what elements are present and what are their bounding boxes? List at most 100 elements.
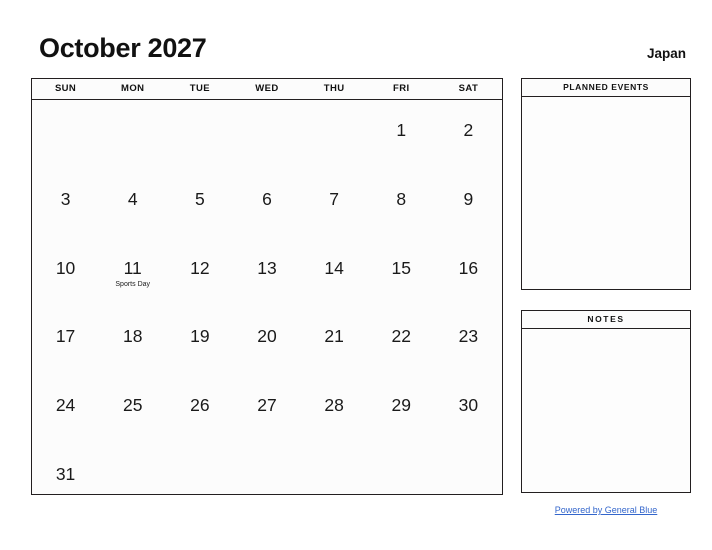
calendar-week-row: 31 (32, 444, 502, 513)
calendar-day-cell[interactable]: 25 (99, 375, 166, 444)
calendar-day-cell-empty (233, 100, 300, 169)
day-number: 10 (55, 257, 76, 278)
calendar-day-cell[interactable]: 3 (32, 169, 99, 238)
day-number: 20 (257, 326, 277, 347)
day-number: 31 (55, 463, 76, 484)
day-number: 26 (190, 395, 210, 416)
calendar-day-cell-empty (166, 100, 233, 169)
day-number: 4 (127, 188, 138, 209)
day-number: 30 (458, 395, 479, 416)
calendar-day-cell-empty (435, 444, 502, 513)
calendar-day-cell[interactable]: 23 (435, 306, 502, 375)
day-number: 25 (122, 395, 143, 416)
calendar-day-cell[interactable]: 20 (233, 306, 300, 375)
calendar-day-cell[interactable]: 29 (368, 375, 435, 444)
weekday-header-thu: THU (323, 83, 345, 94)
calendar-weeks: 1 2 3 4 5 6 7 8 9 10 11 Sports Day 12 13 14 15 16 17 18 19 2… (32, 100, 502, 495)
notes-title: NOTES (522, 311, 690, 329)
day-number: 22 (391, 326, 411, 347)
day-number: 11 (123, 257, 142, 278)
calendar-grid: SUN MON TUE WED THU FRI SAT 1 2 3 4 5 6 7 8 9 10 11 Sport… (31, 78, 503, 495)
weekday-header-row: SUN MON TUE WED THU FRI SAT (32, 79, 502, 100)
day-number: 18 (122, 326, 143, 347)
day-number: 16 (458, 257, 479, 278)
powered-by-link[interactable]: Powered by General Blue (521, 504, 691, 516)
day-event-label: Sports Day (115, 280, 151, 288)
calendar-day-cell[interactable]: 30 (435, 375, 502, 444)
weekday-header-wed: WED (255, 83, 279, 94)
day-number: 3 (60, 188, 71, 209)
calendar-day-cell[interactable]: 16 (435, 238, 502, 307)
day-number: 2 (463, 120, 474, 140)
day-number: 17 (55, 326, 76, 347)
calendar-day-cell[interactable]: 1 (368, 100, 435, 169)
notes-panel: NOTES (521, 310, 691, 493)
calendar-day-cell[interactable]: 5 (166, 169, 233, 238)
calendar-day-cell-empty (233, 444, 300, 513)
calendar-day-cell[interactable]: 9 (435, 169, 502, 238)
calendar-day-cell[interactable]: 24 (32, 375, 99, 444)
day-number: 1 (396, 120, 407, 140)
calendar-day-cell-empty (32, 100, 99, 169)
calendar-day-cell[interactable]: 17 (32, 306, 99, 375)
calendar-day-cell-empty (301, 444, 368, 513)
day-number: 29 (391, 395, 411, 416)
calendar-day-cell-empty (301, 100, 368, 169)
calendar-day-cell[interactable]: 2 (435, 100, 502, 169)
page-header: October 2027 Japan (0, 0, 712, 78)
day-number: 13 (257, 257, 277, 278)
calendar-day-cell[interactable]: 15 (368, 238, 435, 307)
notes-writing-area[interactable] (522, 329, 690, 492)
calendar-day-cell[interactable]: 31 (32, 444, 99, 513)
calendar-day-cell[interactable]: 28 (301, 375, 368, 444)
calendar-day-cell-empty (99, 444, 166, 513)
day-number: 21 (324, 326, 344, 347)
day-number: 8 (396, 188, 407, 209)
calendar-day-cell[interactable]: 22 (368, 306, 435, 375)
day-number: 12 (190, 257, 210, 278)
calendar-week-row: 17 18 19 20 21 22 23 (32, 306, 502, 375)
calendar-day-cell[interactable]: 19 (166, 306, 233, 375)
calendar-day-cell-empty (166, 444, 233, 513)
calendar-day-cell[interactable]: 13 (233, 238, 300, 307)
weekday-header-sun: SUN (54, 83, 77, 94)
calendar-week-row: 12 (32, 100, 502, 169)
weekday-header-fri: FRI (393, 83, 410, 94)
calendar-day-cell[interactable]: 18 (99, 306, 166, 375)
day-number: 19 (190, 326, 210, 347)
calendar-day-cell[interactable]: 27 (233, 375, 300, 444)
calendar-day-cell-empty (368, 444, 435, 513)
weekday-header-sat: SAT (458, 83, 479, 94)
calendar-day-cell[interactable]: 14 (301, 238, 368, 307)
calendar-day-cell[interactable]: 8 (368, 169, 435, 238)
calendar-day-cell[interactable]: 10 (32, 238, 99, 307)
planned-events-writing-area[interactable] (522, 97, 690, 289)
calendar-week-row: 3 4 5 6 7 8 9 (32, 169, 502, 238)
planned-events-panel: PLANNED EVENTS (521, 78, 691, 290)
day-number: 27 (257, 395, 277, 416)
day-number: 7 (329, 188, 339, 209)
day-number: 5 (194, 188, 205, 209)
page-title: October 2027 (39, 33, 207, 63)
calendar-day-cell[interactable]: 4 (99, 169, 166, 238)
calendar-day-cell[interactable]: 11 Sports Day (99, 238, 166, 307)
calendar-day-cell-empty (99, 100, 166, 169)
day-number: 9 (463, 188, 474, 209)
weekday-header-tue: TUE (189, 83, 210, 94)
calendar-day-cell[interactable]: 6 (233, 169, 300, 238)
calendar-week-row: 24 25 26 27 28 29 30 (32, 375, 502, 444)
day-number: 15 (391, 257, 411, 278)
day-number: 28 (324, 395, 344, 416)
day-number: 24 (55, 395, 76, 416)
day-number: 6 (262, 188, 272, 209)
day-number: 14 (324, 257, 344, 278)
calendar-day-cell[interactable]: 12 (166, 238, 233, 307)
calendar-day-cell[interactable]: 21 (301, 306, 368, 375)
weekday-header-mon: MON (121, 83, 145, 94)
calendar-day-cell[interactable]: 7 (301, 169, 368, 238)
day-number: 23 (458, 326, 479, 347)
calendar-day-cell[interactable]: 26 (166, 375, 233, 444)
country-label: Japan (646, 46, 686, 61)
planned-events-title: PLANNED EVENTS (522, 79, 690, 97)
calendar-week-row: 10 11 Sports Day 12 13 14 15 16 (32, 238, 502, 307)
